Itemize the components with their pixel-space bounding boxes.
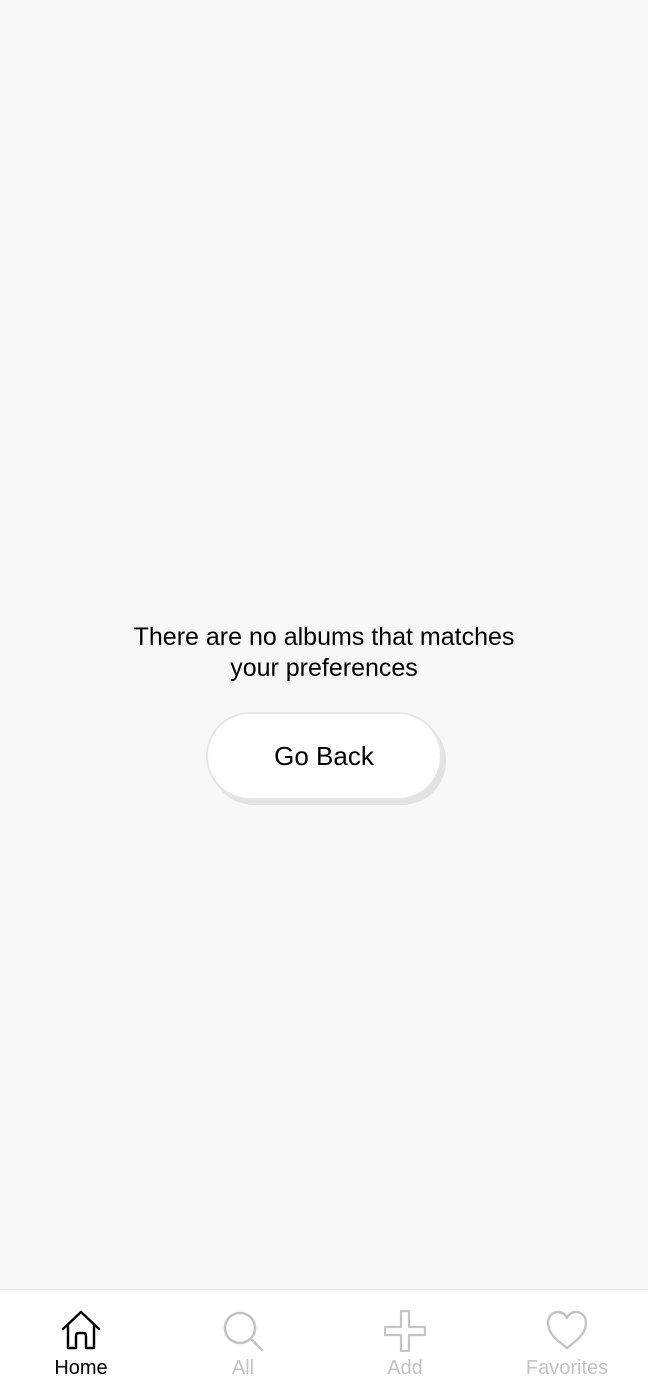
empty-state-message: There are no albums that matches your pr… (0, 622, 648, 684)
empty-state-message-line2: your preferences (230, 654, 418, 682)
tab-label-home: Home (54, 1357, 108, 1379)
bottom-tab-bar: Home All Add Favorites (0, 1289, 648, 1398)
heart-icon (546, 1310, 588, 1352)
empty-state-message-line1: There are no albums that matches (133, 623, 515, 651)
tab-label-all: All (231, 1357, 255, 1379)
plus-icon (384, 1310, 426, 1352)
main-content: There are no albums that matches your pr… (0, 0, 648, 1289)
tab-all[interactable]: All (162, 1290, 324, 1398)
tab-add[interactable]: Add (324, 1290, 486, 1398)
tab-home[interactable]: Home (0, 1290, 162, 1398)
tab-label-favorites: Favorites (525, 1357, 609, 1379)
tab-favorites[interactable]: Favorites (486, 1290, 648, 1398)
go-back-button[interactable]: Go Back (206, 712, 442, 800)
tab-label-add: Add (387, 1357, 423, 1379)
search-icon (222, 1310, 264, 1352)
home-icon (60, 1310, 102, 1352)
